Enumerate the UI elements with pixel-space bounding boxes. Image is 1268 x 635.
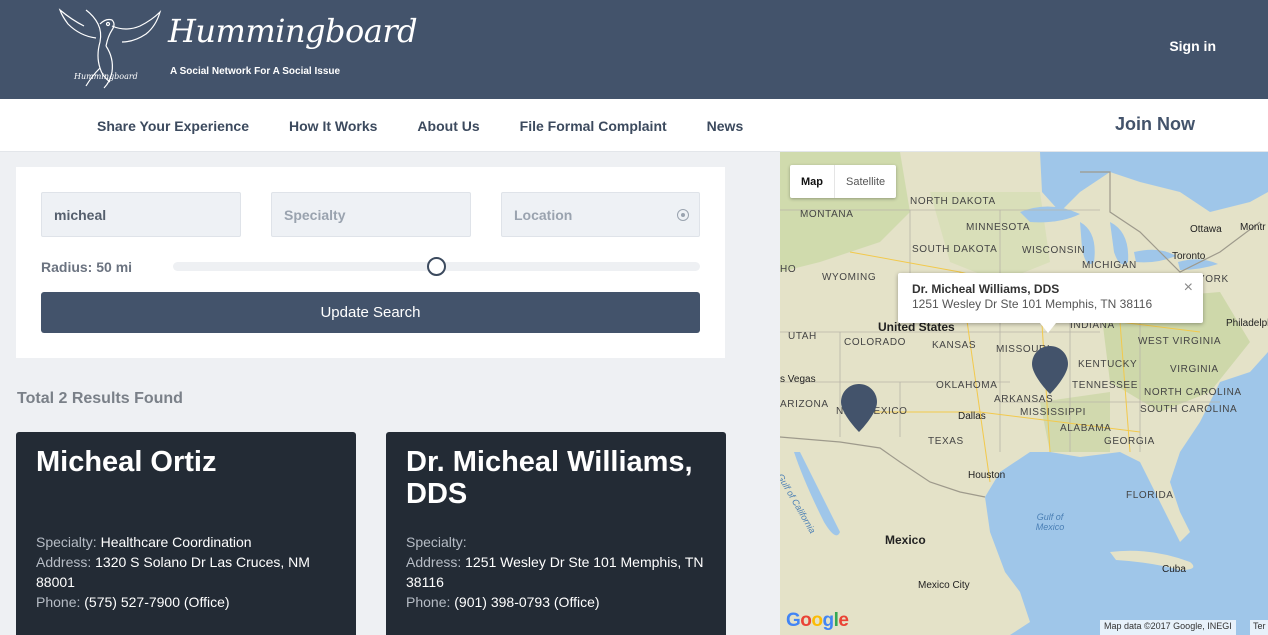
map-label: SOUTH CAROLINA <box>1140 404 1238 415</box>
sign-in-link[interactable]: Sign in <box>1169 38 1216 54</box>
map-label: Gulf of Mexico <box>1035 512 1065 532</box>
map-label: TENNESSEE <box>1072 380 1138 391</box>
map-label: Ottawa <box>1190 224 1222 235</box>
map-label: WEST VIRGINIA <box>1138 336 1222 347</box>
location-input[interactable]: Location <box>501 192 700 237</box>
hummingbird-logo-icon <box>58 8 162 89</box>
google-logo-letter: G <box>786 610 801 631</box>
map-label: NORTH CAROLINA <box>1144 387 1242 398</box>
google-logo[interactable]: Google <box>786 610 849 632</box>
map-label: Montr <box>1240 222 1266 233</box>
name-search-input[interactable]: micheal <box>41 192 241 237</box>
google-logo-letter: o <box>811 610 823 631</box>
result-name[interactable]: Dr. Micheal Williams, DDS <box>406 446 711 510</box>
info-window-title: Dr. Micheal Williams, DDS <box>912 282 1060 296</box>
map-label: Philadelph <box>1226 318 1268 329</box>
result-name[interactable]: Micheal Ortiz <box>36 446 341 478</box>
locate-me-icon[interactable] <box>677 209 689 221</box>
nav-items: Share Your Experience How It Works About… <box>97 99 783 152</box>
result-details: Specialty: Address: 1251 Wesley Dr Ste 1… <box>406 532 711 612</box>
map-label: Toronto <box>1172 251 1206 262</box>
google-logo-letter: g <box>822 610 835 631</box>
map-label: Dallas <box>958 411 986 422</box>
map-label: ARIZONA <box>780 399 829 410</box>
map-label: MINNESOTA <box>966 222 1031 233</box>
nav-news[interactable]: News <box>707 118 744 134</box>
specialty-input[interactable]: Specialty <box>271 192 471 237</box>
map-label: UTAH <box>788 331 817 342</box>
map-label: WYOMING <box>822 272 877 283</box>
address-label: Address: <box>406 554 462 570</box>
phone-value[interactable]: (575) 527-7900 (Office) <box>84 594 229 610</box>
map-label: Houston <box>968 470 1006 481</box>
map-label: Mexico <box>885 533 926 547</box>
phone-label: Phone: <box>406 594 451 610</box>
radius-slider-thumb[interactable] <box>427 257 446 276</box>
name-search-value: micheal <box>54 206 107 223</box>
map-label: Mexico City <box>918 580 970 591</box>
site-header: Hummingboard A Social Network For A Soci… <box>0 0 1268 99</box>
radius-label: Radius: 50 mi <box>41 259 133 275</box>
specialty-label: Specialty: <box>406 534 467 550</box>
result-card[interactable]: Micheal Ortiz Specialty: Healthcare Coor… <box>16 432 356 635</box>
specialty-value: Healthcare Coordination <box>100 534 252 550</box>
search-panel: micheal Specialty Location Radius: 50 mi… <box>16 167 725 358</box>
result-card[interactable]: Dr. Micheal Williams, DDS Specialty: Add… <box>386 432 726 635</box>
map-label: SOUTH DAKOTA <box>912 244 998 255</box>
phone-value[interactable]: (901) 398-0793 (Office) <box>454 594 599 610</box>
map-label: KENTUCKY <box>1078 359 1138 370</box>
map-label: ARKANSAS <box>994 394 1054 405</box>
specialty-label: Specialty: <box>36 534 97 550</box>
location-placeholder: Location <box>514 206 573 223</box>
map-marker-las-cruces[interactable] <box>841 384 877 432</box>
map-marker-memphis[interactable] <box>1032 346 1068 394</box>
nav-file-complaint[interactable]: File Formal Complaint <box>520 118 667 134</box>
map-label: COLORADO <box>844 337 907 348</box>
close-icon[interactable]: × <box>1184 279 1193 297</box>
map-terms-link[interactable]: Ter <box>1250 620 1268 635</box>
map-label: TEXAS <box>928 436 964 447</box>
nav-about-us[interactable]: About Us <box>417 118 479 134</box>
map-type-satellite-button[interactable]: Satellite <box>835 165 896 198</box>
main-nav: Share Your Experience How It Works About… <box>0 99 1268 152</box>
map-label: FLORIDA <box>1126 490 1174 501</box>
map-label: NORTH DAKOTA <box>910 196 996 207</box>
specialty-placeholder: Specialty <box>284 206 346 223</box>
map-label: VIRGINIA <box>1170 364 1219 375</box>
map-attribution: Map data ©2017 Google, INEGI <box>1100 620 1236 635</box>
map-label: KANSAS <box>932 340 977 351</box>
logo-title: Hummingboard <box>168 12 418 50</box>
map-label: Cuba <box>1162 564 1186 575</box>
map-label: GEORGIA <box>1104 436 1155 447</box>
map-type-control: Map Satellite <box>790 165 897 198</box>
map-label: HO <box>780 264 797 275</box>
map-label: MISSISSIPPI <box>1020 407 1087 418</box>
results-map[interactable]: Map Satellite NORTH DAKOTA MONTANA MINNE… <box>780 152 1268 635</box>
google-logo-letter: o <box>800 610 812 631</box>
result-details: Specialty: Healthcare Coordination Addre… <box>36 532 341 612</box>
map-type-map-button[interactable]: Map <box>790 165 835 198</box>
map-info-window: Dr. Micheal Williams, DDS 1251 Wesley Dr… <box>898 273 1203 333</box>
results-count: Total 2 Results Found <box>17 390 183 407</box>
update-search-button[interactable]: Update Search <box>41 292 700 333</box>
join-now-link[interactable]: Join Now <box>1115 114 1195 135</box>
map-label: MONTANA <box>800 209 854 220</box>
logo[interactable]: Hummingboard A Social Network For A Soci… <box>56 2 418 96</box>
map-label: MICHIGAN <box>1082 260 1137 271</box>
logo-small-wordmark: Hummingboard <box>74 72 138 81</box>
logo-tagline: A Social Network For A Social Issue <box>170 66 341 77</box>
nav-how-it-works[interactable]: How It Works <box>289 118 377 134</box>
info-window-address: 1251 Wesley Dr Ste 101 Memphis, TN 38116 <box>912 297 1153 311</box>
map-label: s Vegas <box>780 374 816 385</box>
map-label: WISCONSIN <box>1022 245 1086 256</box>
phone-label: Phone: <box>36 594 81 610</box>
address-label: Address: <box>36 554 92 570</box>
google-logo-letter: e <box>838 610 849 631</box>
map-label: ALABAMA <box>1060 423 1112 434</box>
map-label: OKLAHOMA <box>936 380 998 391</box>
nav-share-experience[interactable]: Share Your Experience <box>97 118 249 134</box>
